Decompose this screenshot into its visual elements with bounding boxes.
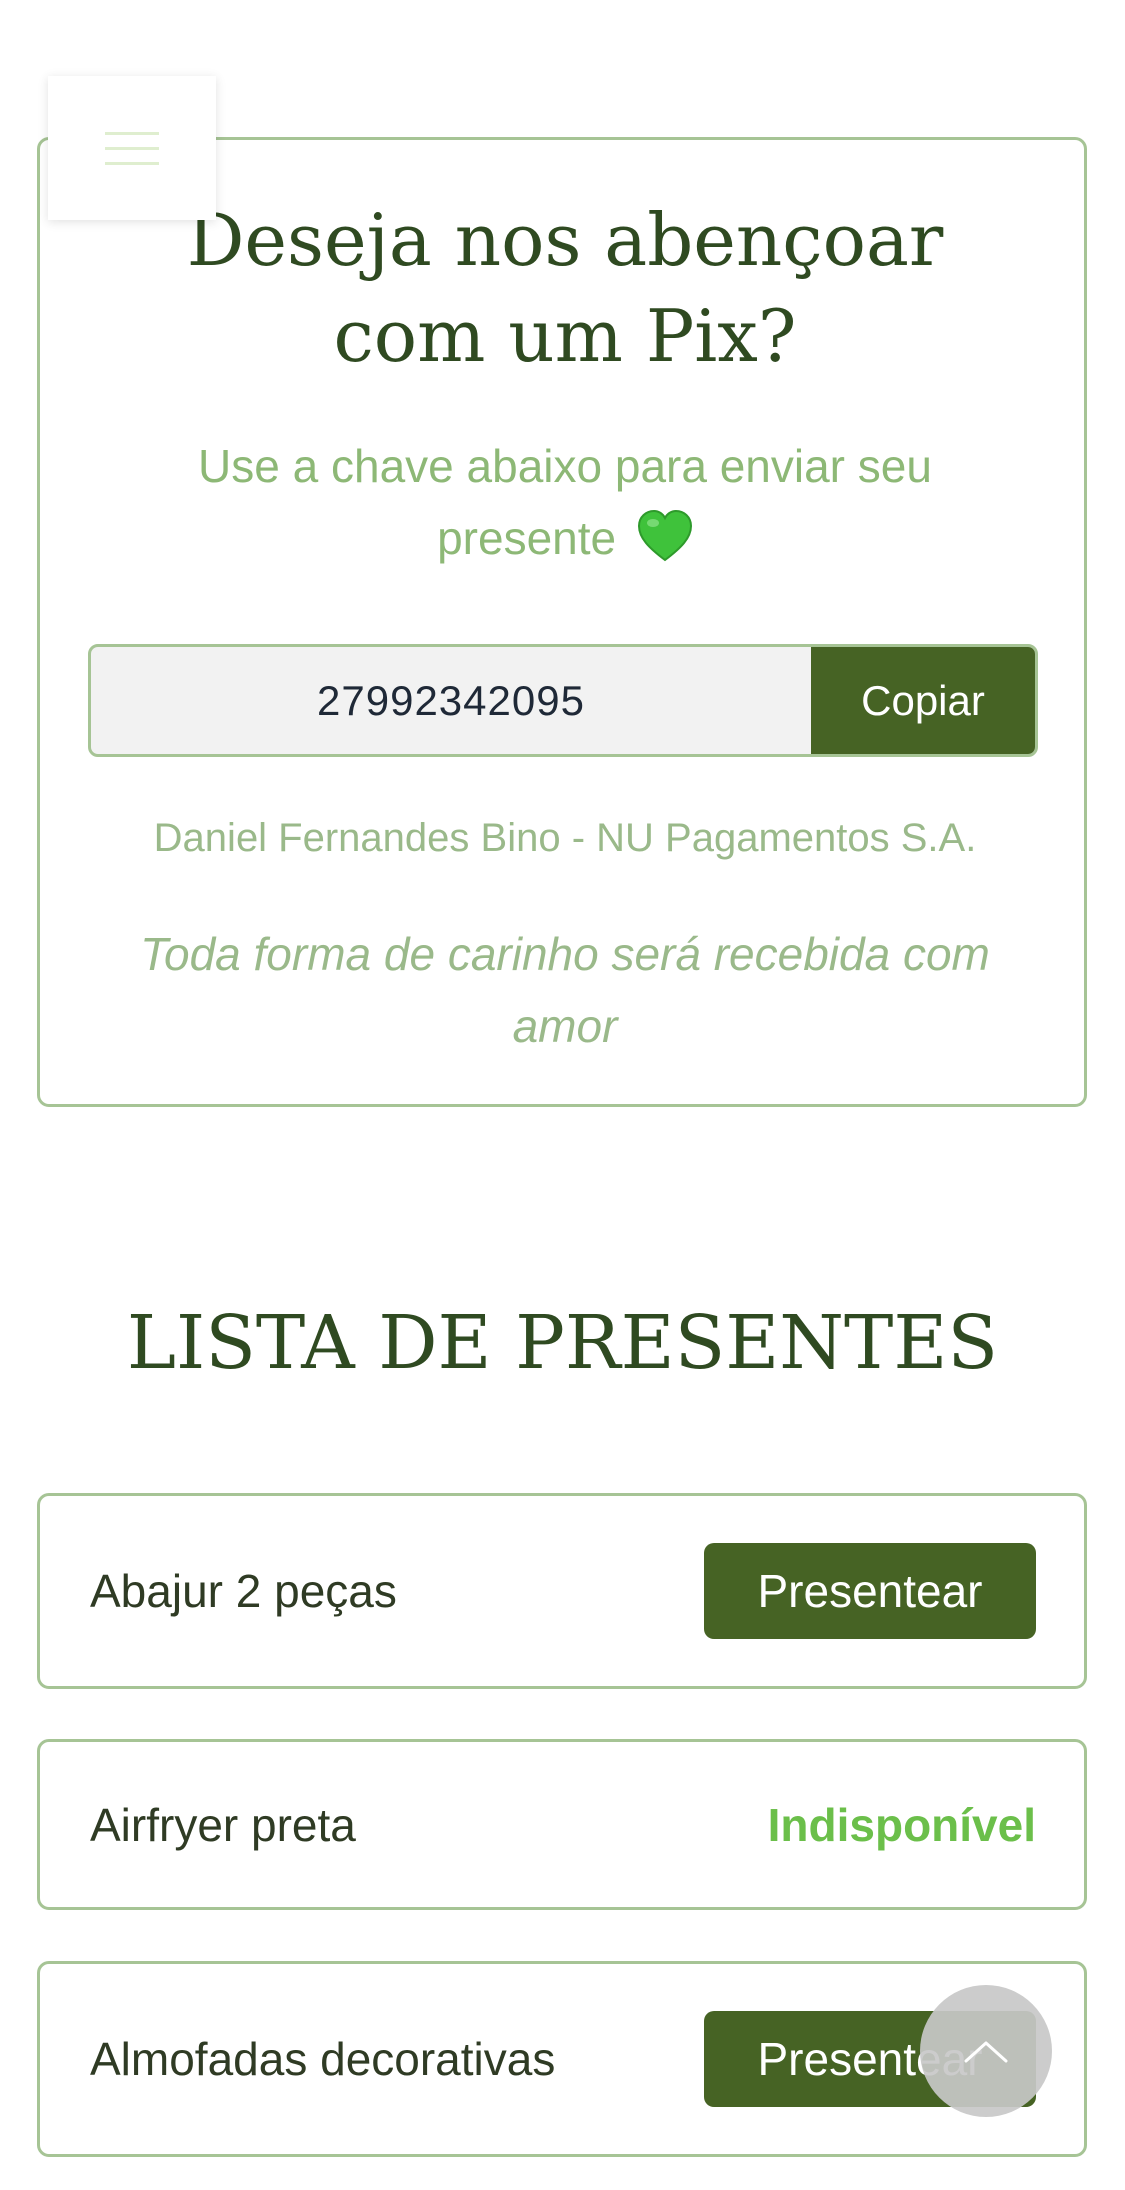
pix-card: Deseja nos abençoar com um Pix? Use a ch… [37,137,1087,1107]
hamburger-icon-line [105,161,159,165]
hamburger-icon-line [105,146,159,150]
gift-name: Abajur 2 peças [90,1565,397,1617]
account-info: Daniel Fernandes Bino - NU Pagamentos S.… [153,816,977,860]
unavailable-status: Indisponível [767,1798,1036,1851]
pix-note: Toda forma de carinho será recebida com … [140,928,990,1052]
pix-subtitle-text: Use a chave abaixo para enviar seu prese… [198,440,932,564]
pix-title: Deseja nos abençoar com um Pix? [186,198,944,378]
hamburger-icon [105,131,159,135]
gift-item-airfryer: Airfryer preta Indisponível [37,1739,1087,1910]
gift-item-abajur: Abajur 2 peças Presentear [37,1493,1087,1689]
gifts-title: LISTA DE PRESENTES [126,1300,999,1386]
gift-name: Airfryer preta [90,1798,356,1851]
presentear-button[interactable]: Presentear [704,1543,1036,1639]
gift-name: Almofadas decorativas [90,2033,556,2085]
green-heart-icon [637,510,692,562]
pix-key-field[interactable]: 27992342095 [91,647,811,754]
pix-key-row: 27992342095 Copiar [88,644,1038,757]
chevron-up-icon [964,2041,1008,2063]
pix-subtitle: Use a chave abaixo para enviar seu prese… [140,430,990,574]
page: Deseja nos abençoar com um Pix? Use a ch… [0,0,1125,2190]
scroll-top-button[interactable] [920,1985,1052,2117]
copy-button[interactable]: Copiar [811,647,1035,754]
menu-button[interactable] [48,76,216,220]
